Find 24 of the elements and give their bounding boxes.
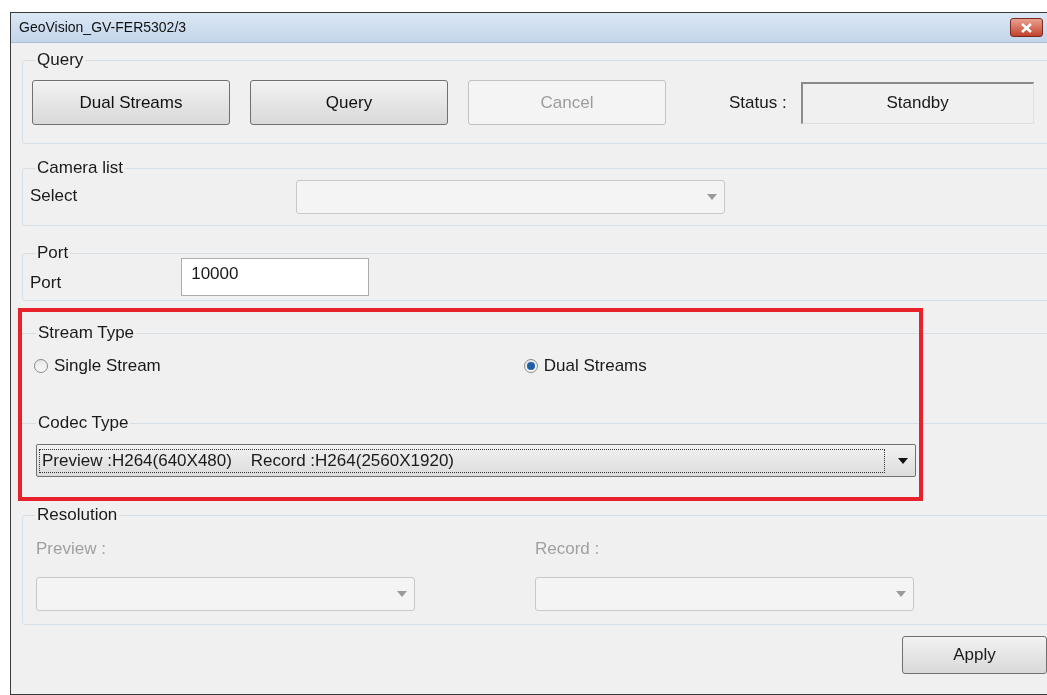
select-label: Select [30, 185, 78, 207]
radio-button[interactable] [34, 358, 48, 373]
action-button[interactable]: Query [250, 80, 448, 125]
caret-icon [896, 590, 906, 597]
radio-label: Dual Streams [543, 355, 647, 377]
resolution-label: Record : [535, 538, 601, 560]
close-icon [1021, 22, 1032, 33]
window-title: GeoVision_GV-FER5302/3 [19, 18, 187, 37]
status-field: Standby [800, 81, 1034, 124]
close-button[interactable] [1010, 18, 1043, 37]
apply-button[interactable]: Apply [902, 636, 1047, 674]
caret-icon [898, 457, 908, 464]
radio-label: Single Stream [54, 355, 161, 377]
action-button[interactable]: Dual Streams [32, 80, 230, 125]
port-field[interactable]: 10000 [181, 258, 370, 296]
resolution-dropdown[interactable] [36, 576, 415, 611]
port-label: Port [30, 272, 62, 294]
codec-dropdown[interactable]: Preview :H264(640X480) Record :H264(2560X1920) [36, 444, 916, 477]
caret-icon [707, 194, 718, 200]
resolution-dropdown[interactable] [535, 576, 914, 611]
status-label: Status : [729, 91, 787, 114]
radio-button[interactable] [523, 358, 538, 373]
resolution-label: Preview : [36, 538, 107, 560]
caret-icon [397, 590, 407, 597]
